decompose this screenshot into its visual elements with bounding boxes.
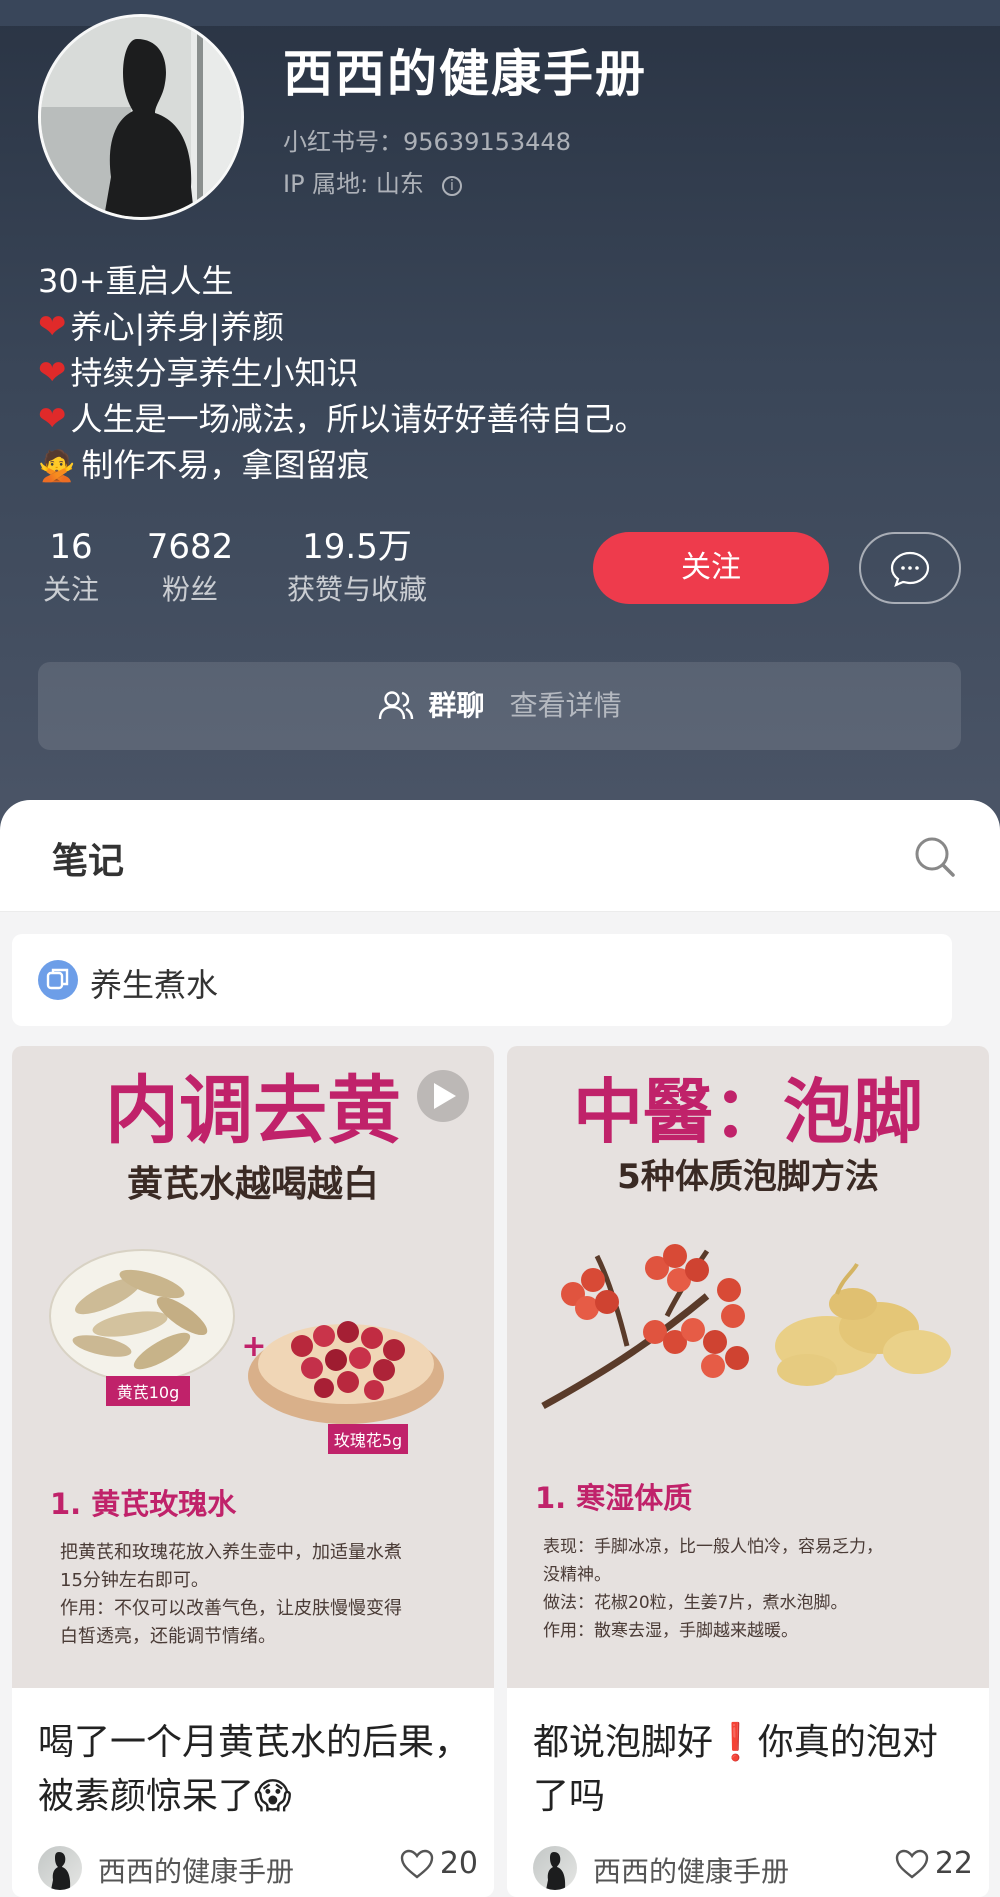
stat-followers[interactable]: 7682 粉丝 — [144, 526, 236, 612]
astragalus-illustration — [49, 1249, 235, 1383]
notes-tab-bar: 笔记 — [0, 800, 1000, 912]
like-icon — [400, 1849, 434, 1879]
collection-icon — [38, 960, 78, 1000]
stat-number: 19.5万 — [302, 527, 412, 567]
stat-following[interactable]: 16 关注 — [38, 526, 104, 612]
person-gesture-icon: 🙅 — [38, 449, 76, 484]
poster-headline: 中醫：泡脚 — [573, 1071, 923, 1153]
like-button[interactable]: 22 — [895, 1846, 973, 1881]
heart-icon: ❤ — [38, 399, 67, 439]
profile-ip-row: IP 属地: 山东 i — [283, 164, 462, 199]
search-icon[interactable] — [910, 832, 960, 882]
profile-id: 小红书号：95639153448 — [283, 128, 571, 156]
bio-line: ❤ 持续分享养生小知识 — [38, 350, 647, 396]
message-button[interactable] — [859, 532, 961, 604]
profile-avatar[interactable] — [38, 14, 244, 220]
follow-button[interactable]: 关注 — [593, 532, 829, 604]
poster-subhead: 5种体质泡脚方法 — [617, 1157, 879, 1197]
bio-line: ❤ 人生是一场减法，所以请好好善待自己。 — [38, 396, 647, 442]
note-cover-image[interactable]: 中醫：泡脚 5种体质泡脚方法 1. 寒湿体质 表现：手脚冰凉，比一般人怕冷，容易… — [507, 1046, 989, 1688]
poster-body: 表现：手脚冰凉，比一般人怕冷，容易乏力， — [543, 1537, 883, 1557]
poster-subhead: 黄芪水越喝越白 — [127, 1164, 379, 1205]
stat-number: 7682 — [146, 527, 234, 567]
profile-ip: IP 属地: 山东 — [283, 170, 424, 198]
poster-body: 作用：不仅可以改善气色，让皮肤慢慢变得 — [60, 1598, 402, 1619]
collection-chip[interactable]: 养生煮水 — [12, 934, 952, 1026]
profile-name: 西西的健康手册 — [283, 45, 647, 103]
profile-header: 西西的健康手册 小红书号：95639153448 IP 属地: 山东 i 30+重… — [0, 0, 1000, 830]
info-icon[interactable]: i — [441, 176, 462, 196]
group-icon — [379, 691, 414, 720]
like-count: 20 — [439, 1846, 478, 1881]
note-title[interactable]: 都说泡脚好❗️你真的泡对了吗 — [533, 1716, 973, 1824]
tab-notes[interactable]: 笔记 — [52, 832, 124, 884]
bio-line: 30+重启人生 — [38, 262, 234, 300]
note-author-row: 西西的健康手册 22 — [533, 1844, 973, 1892]
stat-label: 获赞与收藏 — [286, 573, 427, 606]
stat-label: 关注 — [42, 573, 99, 606]
note-author-row: 西西的健康手册 20 — [38, 1844, 478, 1892]
poster-body: 15分钟左右即可。 — [60, 1570, 209, 1591]
poster-body: 把黄芪和玫瑰花放入养生壶中，加适量水煮 — [60, 1542, 402, 1563]
message-icon — [890, 551, 930, 587]
note-card[interactable]: 中醫：泡脚 5种体质泡脚方法 1. 寒湿体质 表现：手脚冰凉，比一般人怕冷，容易… — [507, 1046, 989, 1897]
bio-text: 制作不易，拿图留痕 — [81, 446, 370, 484]
author-name[interactable]: 西西的健康手册 — [593, 1850, 789, 1890]
like-button[interactable]: 20 — [400, 1846, 478, 1881]
poster-section: 1. 黄芪玫瑰水 — [50, 1487, 237, 1521]
bio-text: 持续分享养生小知识 — [70, 354, 359, 392]
stat-number: 16 — [49, 527, 93, 567]
bio-line: 🙅 制作不易，拿图留痕 — [38, 442, 647, 490]
poster-body: 没精神。 — [543, 1565, 611, 1585]
author-avatar[interactable] — [38, 1846, 82, 1890]
poster-tag: 黄芪10g — [117, 1383, 180, 1402]
author-avatar[interactable] — [533, 1846, 577, 1890]
group-chat-detail: 查看详情 — [509, 689, 622, 722]
poster-body: 做法：花椒20粒，生姜7片，煮水泡脚。 — [543, 1593, 847, 1613]
note-cover-image[interactable]: 内调去黄 黄芪水越喝越白 黄芪10g + 玫瑰花5g 1. 黄芪玫瑰水 把黄芪和… — [12, 1046, 494, 1688]
heart-icon: ❤ — [38, 353, 67, 393]
poster-body: 作用：散寒去湿，手脚越来越暖。 — [543, 1621, 798, 1641]
profile-bio: 30+重启人生 ❤ 养心|养身|养颜 ❤ 持续分享养生小知识 ❤ 人生是一场减法，所以… — [38, 258, 647, 490]
bio-text: 人生是一场减法，所以请好好善待自己。 — [70, 400, 647, 438]
stat-label: 粉丝 — [161, 573, 218, 606]
heart-icon: ❤ — [38, 307, 67, 347]
collection-label: 养生煮水 — [90, 966, 219, 1004]
group-chat-title: 群聊 — [428, 689, 485, 722]
bio-text: 养心|养身|养颜 — [70, 308, 285, 346]
poster-tag: 玫瑰花5g — [334, 1431, 402, 1450]
like-count: 22 — [934, 1846, 973, 1881]
bio-line: ❤ 养心|养身|养颜 — [38, 304, 647, 350]
like-icon — [895, 1849, 929, 1879]
note-card[interactable]: 内调去黄 黄芪水越喝越白 黄芪10g + 玫瑰花5g 1. 黄芪玫瑰水 把黄芪和… — [12, 1046, 494, 1897]
stat-likes-collects[interactable]: 19.5万 获赞与收藏 — [276, 526, 438, 612]
poster-section: 1. 寒湿体质 — [535, 1481, 692, 1515]
author-name[interactable]: 西西的健康手册 — [98, 1850, 294, 1890]
play-icon[interactable] — [417, 1070, 469, 1122]
note-title[interactable]: 喝了一个月黄芪水的后果，被素颜惊呆了😱 — [38, 1716, 478, 1824]
poster-body: 白皙透亮，还能调节情绪。 — [60, 1626, 276, 1647]
poster-headline: 内调去黄 — [105, 1068, 401, 1154]
group-chat-bar[interactable]: 群聊 查看详情 — [38, 662, 961, 750]
